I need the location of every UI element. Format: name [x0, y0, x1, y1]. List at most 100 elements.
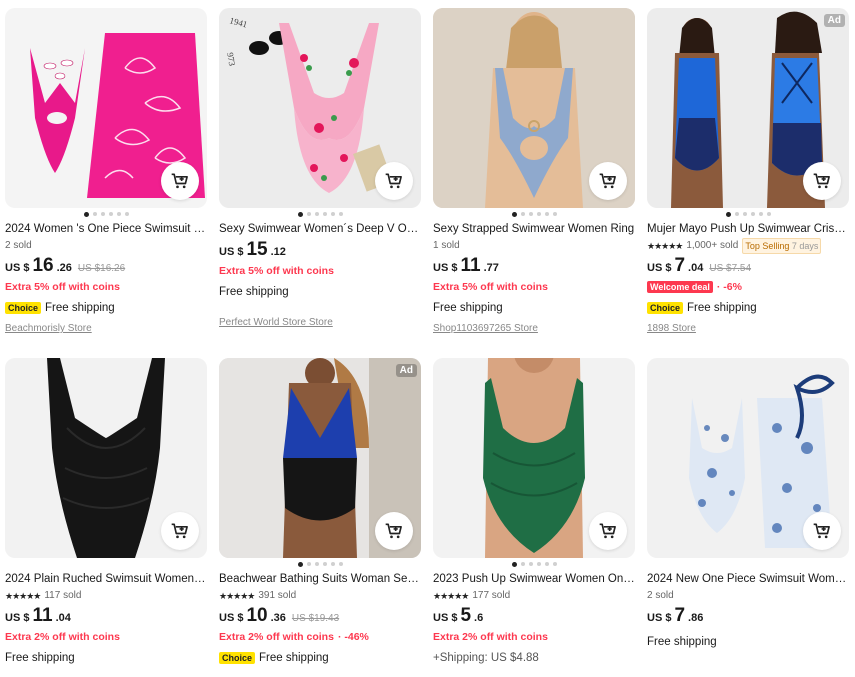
- price: US $5.6: [433, 605, 484, 626]
- rating-sold: ★★★★★ 391 sold: [219, 590, 297, 601]
- shipping-text: Free shipping: [433, 302, 503, 314]
- svg-text:973: 973: [225, 52, 237, 68]
- product-title[interactable]: Mujer Mayo Push Up Swimwear Criss Cross: [647, 222, 849, 237]
- sold-count: 2 sold: [647, 590, 674, 601]
- star-rating: ★★★★★: [647, 241, 683, 251]
- shipping-row: Choice Free shipping: [647, 298, 849, 318]
- deal-row: Extra 2% off with coins · -46%: [219, 629, 421, 645]
- product-image[interactable]: [5, 358, 207, 558]
- coin-promo: Extra 5% off with coins: [433, 281, 548, 293]
- image-carousel-dots[interactable]: [219, 211, 421, 217]
- product-card[interactable]: 2024 New One Piece Swimsuit Women Skirt …: [647, 358, 849, 652]
- add-to-cart-button[interactable]: [589, 512, 627, 550]
- rating-sold: ★★★★★ 177 sold: [433, 590, 511, 601]
- add-to-cart-button[interactable]: [375, 162, 413, 200]
- product-image[interactable]: Ad: [647, 8, 849, 208]
- add-to-cart-button[interactable]: [589, 162, 627, 200]
- shipping-row: Free shipping: [647, 632, 849, 652]
- product-image[interactable]: [433, 8, 635, 208]
- store-link[interactable]: Perfect World Store Store: [219, 315, 421, 331]
- product-card[interactable]: 2024 Plain Ruched Swimsuit Women One Pie…: [5, 358, 207, 668]
- store-link[interactable]: 1898 Store: [647, 321, 849, 337]
- product-card[interactable]: Ad Mujer Mayo Push Up Swimwear Criss Cro…: [647, 8, 849, 337]
- store-link[interactable]: Shop1103697265 Store: [433, 321, 635, 337]
- image-carousel-dots[interactable]: [5, 211, 207, 217]
- top-selling-badge: Top Selling 7 days: [742, 238, 822, 254]
- star-rating: ★★★★★: [5, 591, 41, 601]
- sold-count: 1 sold: [433, 240, 460, 251]
- product-image[interactable]: [433, 358, 635, 558]
- cart-plus-icon: [813, 173, 830, 189]
- cart-plus-icon: [171, 523, 188, 539]
- price: US $15.12: [219, 239, 286, 260]
- product-image[interactable]: [647, 358, 849, 558]
- original-price: US $19.43: [291, 613, 340, 624]
- product-title[interactable]: 2023 Push Up Swimwear Women One Piece: [433, 572, 635, 587]
- shipping-row: Choice Free shipping: [5, 298, 207, 318]
- product-image[interactable]: Ad: [219, 358, 421, 558]
- product-card[interactable]: Ad Beachwear Bathing Suits Woman Sexy Ha…: [219, 358, 421, 668]
- discount-percent: · -6%: [716, 281, 742, 293]
- store-link[interactable]: Beachmorisly Store: [5, 321, 207, 337]
- price: US $11.04: [5, 605, 71, 626]
- shipping-row: Free shipping: [219, 282, 421, 302]
- product-title[interactable]: Sexy Swimwear Women´s Deep V One Piece: [219, 222, 421, 237]
- rating-sold: ★★★★★ 117 sold: [5, 590, 82, 601]
- product-card[interactable]: 2023 Push Up Swimwear Women One Piece ★★…: [433, 358, 635, 668]
- price: US $7.86: [647, 605, 704, 626]
- shipping-row: Choice Free shipping: [219, 648, 421, 668]
- product-title[interactable]: Sexy Strapped Swimwear Women Ring: [433, 222, 635, 237]
- star-rating: ★★★★★: [433, 591, 469, 601]
- shipping-text: Free shipping: [647, 636, 717, 648]
- product-title[interactable]: Beachwear Bathing Suits Woman Sexy Halte…: [219, 572, 421, 587]
- cart-plus-icon: [171, 173, 188, 189]
- shipping-row: Free shipping: [433, 298, 635, 318]
- star-rating: ★★★★★: [219, 591, 255, 601]
- deal-row: Welcome deal · -6%: [647, 279, 849, 295]
- shipping-row: +Shipping: US $4.88: [433, 648, 635, 668]
- cart-plus-icon: [599, 173, 616, 189]
- add-to-cart-button[interactable]: [161, 162, 199, 200]
- coin-promo: Extra 5% off with coins: [5, 281, 120, 293]
- coin-promo: Extra 2% off with coins: [219, 631, 334, 643]
- original-price: US $16.26: [77, 263, 126, 274]
- cart-plus-icon: [385, 173, 402, 189]
- product-title[interactable]: 2024 New One Piece Swimsuit Women Skirt: [647, 572, 849, 587]
- discount-percent: · -46%: [337, 631, 369, 643]
- choice-badge: Choice: [5, 302, 42, 314]
- image-carousel-dots[interactable]: [647, 211, 849, 217]
- add-to-cart-button[interactable]: [803, 162, 841, 200]
- product-title[interactable]: 2024 Women 's One Piece Swimsuit Set: [5, 222, 207, 237]
- image-carousel-dots[interactable]: [433, 211, 635, 217]
- product-card[interactable]: Sexy Strapped Swimwear Women Ring 1 sold…: [433, 8, 635, 337]
- welcome-deal-badge: Welcome deal: [647, 281, 713, 293]
- product-card[interactable]: 2024 Women 's One Piece Swimsuit Set 2 s…: [5, 8, 207, 337]
- image-carousel-dots[interactable]: [5, 561, 207, 567]
- svg-text:1941: 1941: [228, 15, 248, 29]
- image-carousel-dots[interactable]: [433, 561, 635, 567]
- coin-promo: Extra 2% off with coins: [433, 631, 548, 643]
- choice-badge: Choice: [647, 302, 684, 314]
- product-image[interactable]: 1941 973: [219, 8, 421, 208]
- product-title[interactable]: 2024 Plain Ruched Swimsuit Women One Pie…: [5, 572, 207, 587]
- product-image[interactable]: [5, 8, 207, 208]
- choice-badge: Choice: [219, 652, 256, 664]
- price: US $7.04 US $7.54: [647, 255, 752, 276]
- cart-plus-icon: [385, 523, 402, 539]
- ad-badge: Ad: [823, 14, 845, 27]
- sold-count: 2 sold: [5, 240, 32, 251]
- image-carousel-dots[interactable]: [219, 561, 421, 567]
- coin-promo: Extra 2% off with coins: [5, 631, 120, 643]
- shipping-text: Free shipping: [687, 302, 757, 314]
- product-card[interactable]: 1941 973 Sexy Swimwear Women´s Deep V On…: [219, 8, 421, 331]
- image-carousel-dots[interactable]: [647, 561, 849, 567]
- shipping-row: Free shipping: [5, 648, 207, 668]
- shipping-text: Free shipping: [259, 652, 329, 664]
- add-to-cart-button[interactable]: [803, 512, 841, 550]
- add-to-cart-button[interactable]: [375, 512, 413, 550]
- shipping-text: Free shipping: [219, 286, 289, 298]
- cart-plus-icon: [813, 523, 830, 539]
- add-to-cart-button[interactable]: [161, 512, 199, 550]
- shipping-text: +Shipping: US $4.88: [433, 652, 539, 664]
- cart-plus-icon: [599, 523, 616, 539]
